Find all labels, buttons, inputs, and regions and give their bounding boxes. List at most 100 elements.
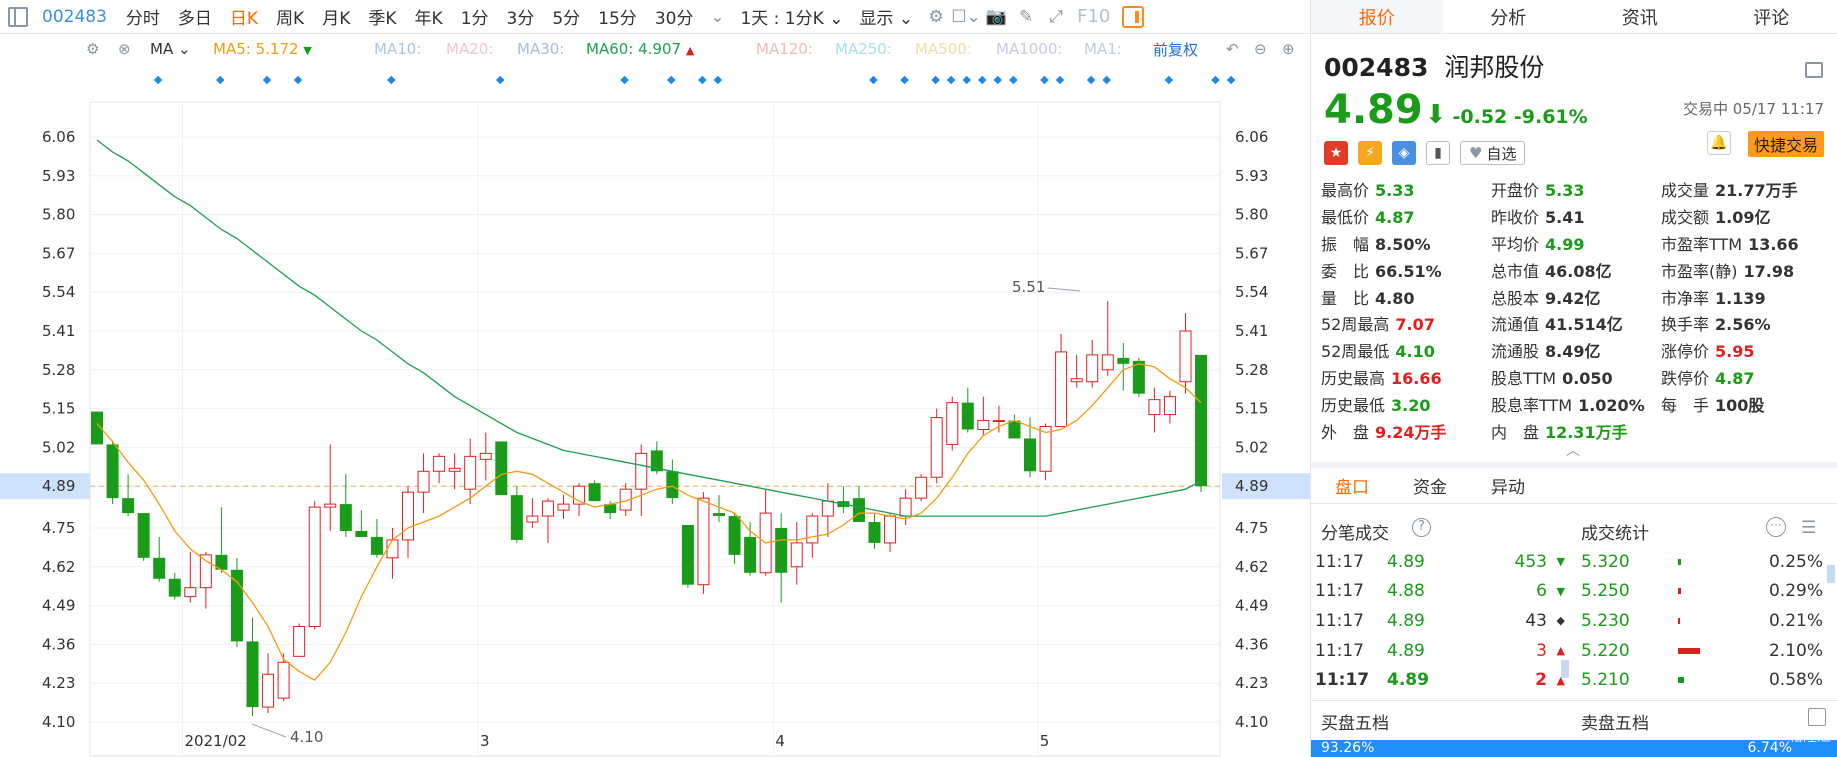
candle-body-up[interactable]	[946, 402, 959, 445]
candle-body-down[interactable]	[588, 483, 601, 502]
tick-list-scrollbar[interactable]	[1561, 660, 1569, 678]
candle-body-down[interactable]	[775, 527, 788, 573]
event-marker[interactable]	[900, 75, 909, 85]
candle-body-up[interactable]	[184, 587, 197, 598]
range-select[interactable]: 1天 : 1分K ⌄	[732, 4, 851, 29]
display-menu[interactable]: 显示 ⌄	[851, 4, 921, 29]
event-marker[interactable]	[978, 75, 987, 85]
volume-stats-scrollbar[interactable]	[1827, 565, 1835, 583]
side-panel-icon[interactable]	[1122, 5, 1145, 28]
event-marker[interactable]	[216, 75, 225, 85]
candle-body-up[interactable]	[464, 455, 477, 490]
candle-body-down[interactable]	[510, 495, 523, 540]
candle-body-up[interactable]	[915, 476, 928, 499]
kline-chart[interactable]: 6.06 6.06 5.93 5.93 5.80 5.80 5.67 5.67 5.54 5.54…	[0, 34, 1310, 757]
candle-body-up[interactable]	[433, 455, 446, 472]
candle-body-down[interactable]	[1195, 354, 1208, 487]
candle-body-up[interactable]	[308, 506, 321, 627]
adjust-select[interactable]: 前复权	[1153, 39, 1198, 60]
candle-body-up[interactable]	[977, 420, 990, 431]
candle-body-up[interactable]	[1101, 354, 1114, 371]
event-marker[interactable]	[1009, 75, 1018, 85]
tab-capital[interactable]: 资金	[1413, 473, 1447, 498]
candle-body-down[interactable]	[728, 516, 741, 555]
event-marker[interactable]	[713, 75, 723, 85]
candle-body-up[interactable]	[697, 497, 710, 586]
event-marker[interactable]	[293, 75, 303, 85]
candle-body-up[interactable]	[1039, 426, 1052, 472]
event-marker[interactable]	[495, 75, 505, 85]
tab-comments[interactable]: 评论	[1706, 0, 1837, 33]
candle-body-down[interactable]	[230, 569, 243, 642]
candle-body-up[interactable]	[899, 497, 912, 517]
candle-body-up[interactable]	[277, 661, 290, 699]
candle-body-down[interactable]	[744, 536, 757, 573]
bell-icon[interactable]: 🔔	[1707, 131, 1731, 155]
event-marker[interactable]	[931, 75, 940, 85]
candle-body-down[interactable]	[246, 641, 259, 708]
candle-body-up[interactable]	[479, 452, 492, 460]
tab-movements[interactable]: 异动	[1491, 473, 1525, 498]
candle-body-up[interactable]	[541, 500, 554, 517]
candle-body-up[interactable]	[930, 417, 943, 478]
event-marker[interactable]	[993, 75, 1003, 85]
help-icon[interactable]: ?	[1412, 518, 1431, 537]
zoom-out-icon[interactable]: ⊖	[1254, 40, 1267, 58]
candle-body-up[interactable]	[417, 470, 430, 493]
tab-news[interactable]: 资讯	[1574, 0, 1706, 33]
candle-body-down[interactable]	[339, 504, 352, 531]
chevron-down-icon[interactable]: ⌄	[702, 0, 732, 34]
candle-body-up[interactable]	[262, 673, 275, 708]
period-tab-30min[interactable]: 30分	[646, 4, 703, 29]
ma120-legend[interactable]: MA120:	[756, 40, 813, 58]
sidebar-toggle-icon[interactable]	[8, 6, 28, 27]
tab-quote[interactable]: 报价	[1311, 0, 1443, 33]
candle-body-up[interactable]	[992, 420, 1005, 423]
candle-body-down[interactable]	[153, 557, 166, 579]
gear-icon[interactable]: ⚙	[86, 40, 99, 58]
candle-body-up[interactable]	[293, 625, 306, 657]
candle-body-up[interactable]	[1086, 354, 1099, 383]
candle-body-down[interactable]	[681, 525, 694, 585]
ma500-legend[interactable]: MA500:	[915, 40, 972, 58]
candle-body-up[interactable]	[790, 542, 803, 568]
candle-body-down[interactable]	[355, 530, 368, 537]
ma10-legend[interactable]: MA10:	[374, 40, 421, 58]
zoom-in-icon[interactable]: ⊕	[1282, 40, 1295, 58]
settings-icon[interactable]	[1808, 708, 1826, 726]
fast-trade-button[interactable]: 快捷交易	[1747, 131, 1824, 157]
candle-body-down[interactable]	[106, 444, 119, 499]
event-marker[interactable]	[869, 75, 878, 85]
candle-body-down[interactable]	[1024, 438, 1036, 472]
candle-body-down[interactable]	[370, 536, 383, 555]
event-marker[interactable]	[153, 75, 163, 85]
pencil-icon[interactable]: ✎	[1011, 0, 1041, 34]
event-marker[interactable]	[1086, 75, 1096, 85]
candle-body-up[interactable]	[884, 515, 897, 544]
more-icon[interactable]: ···	[1766, 517, 1786, 537]
candle-body-up[interactable]	[402, 491, 414, 541]
period-tab-weekly[interactable]: 周K	[267, 4, 313, 29]
event-marker[interactable]	[962, 75, 971, 85]
event-marker[interactable]	[1055, 75, 1065, 85]
period-tab-15min[interactable]: 15分	[589, 4, 646, 29]
candle-body-down[interactable]	[713, 513, 725, 517]
candle-body-up[interactable]	[1148, 399, 1161, 416]
candle-body-up[interactable]	[526, 515, 539, 523]
tag-icon[interactable]: ◈	[1392, 141, 1416, 165]
candle-body-down[interactable]	[666, 471, 679, 499]
event-marker[interactable]	[667, 75, 676, 85]
tab-analysis[interactable]: 分析	[1443, 0, 1575, 33]
add-watchlist-button[interactable]: ♥ 自选	[1460, 141, 1526, 165]
event-marker[interactable]	[1164, 75, 1174, 85]
stock-code[interactable]: 002483	[42, 7, 117, 27]
undo-icon[interactable]: ↶	[1226, 40, 1239, 58]
candle-body-up[interactable]	[821, 500, 834, 517]
candle-body-up[interactable]	[324, 503, 337, 508]
gear-icon[interactable]: ⚙	[921, 0, 951, 34]
candle-body-down[interactable]	[495, 441, 508, 496]
candle-body-up[interactable]	[806, 515, 819, 544]
candle-body-down[interactable]	[137, 513, 150, 558]
ma250-legend[interactable]: MA250:	[835, 40, 892, 58]
event-marker[interactable]	[620, 75, 629, 85]
